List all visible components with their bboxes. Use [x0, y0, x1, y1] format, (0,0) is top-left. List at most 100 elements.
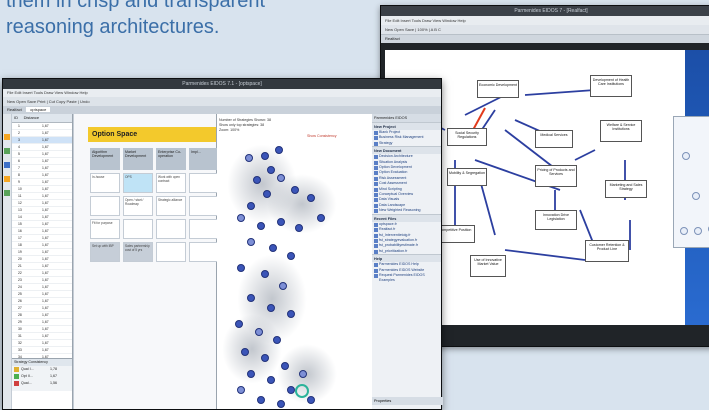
- table-row[interactable]: 29 1,67: [12, 319, 72, 326]
- option-cell[interactable]: Sales partnership cost of 5 yrs: [123, 242, 153, 262]
- table-row[interactable]: 22 1,67: [12, 270, 72, 277]
- table-row[interactable]: 12 1,67: [12, 200, 72, 207]
- strategy-point[interactable]: [269, 244, 277, 252]
- front-window-menu[interactable]: File Edit Insert Tools Draw View Window …: [3, 89, 441, 97]
- strategy-point[interactable]: [247, 370, 255, 378]
- strategy-point[interactable]: [267, 304, 275, 312]
- strategy-point[interactable]: [261, 152, 269, 160]
- list-header-distance[interactable]: Distance: [24, 115, 40, 120]
- table-row[interactable]: 15 1,67: [12, 221, 72, 228]
- scatter-panel[interactable]: Number of Strategies Shown: 38 Show only…: [217, 114, 373, 409]
- strategy-point[interactable]: [295, 224, 303, 232]
- diagram-node[interactable]: Development of Health Care Institutions: [590, 75, 632, 97]
- option-cell[interactable]: [123, 219, 153, 239]
- legend-item[interactable]: Qual I... 1,78: [12, 366, 72, 373]
- list-header-id[interactable]: ID: [14, 115, 18, 120]
- option-column-header[interactable]: Enterprise Co-operation: [156, 148, 186, 170]
- back-window-menu[interactable]: File Edit Insert Tools Draw View Window …: [381, 16, 709, 25]
- table-row[interactable]: 27 1,67: [12, 305, 72, 312]
- diagram-node[interactable]: Social Security Regulations: [447, 128, 487, 146]
- diagram-node[interactable]: Use of Innovative Market Value: [470, 255, 506, 277]
- tool-icon[interactable]: [4, 134, 10, 140]
- table-row[interactable]: 14 1,67: [12, 214, 72, 221]
- option-cell[interactable]: [156, 219, 186, 239]
- table-row[interactable]: 18 1,67: [12, 242, 72, 249]
- strategy-point[interactable]: [277, 400, 285, 408]
- strategy-point[interactable]: [237, 386, 245, 394]
- table-row[interactable]: 10 1,67: [12, 186, 72, 193]
- strategy-point[interactable]: [281, 362, 289, 370]
- table-row[interactable]: 31 1,67: [12, 333, 72, 340]
- tab-realfact[interactable]: Realfact: [7, 107, 22, 112]
- diagram-node[interactable]: Innovation Drive Legislation: [535, 210, 577, 230]
- strategy-point[interactable]: [257, 222, 265, 230]
- table-row[interactable]: 6 1,67: [12, 158, 72, 165]
- table-row[interactable]: 32 1,67: [12, 340, 72, 347]
- option-cell[interactable]: [90, 196, 120, 216]
- table-row[interactable]: 3 1,67: [12, 137, 72, 144]
- table-row[interactable]: 20 1,67: [12, 256, 72, 263]
- table-row[interactable]: 9 1,67: [12, 179, 72, 186]
- strategy-point[interactable]: [287, 310, 295, 318]
- strategy-point[interactable]: [247, 202, 255, 210]
- option-cell[interactable]: [156, 242, 186, 262]
- table-row[interactable]: 16 1,67: [12, 228, 72, 235]
- strategy-point[interactable]: [237, 264, 245, 272]
- back-window-toolbar[interactable]: New Open Save | 100% | A B C: [381, 25, 709, 35]
- side-link[interactable]: Strategy: [372, 141, 441, 146]
- strategy-point[interactable]: [257, 396, 265, 404]
- diagram-node[interactable]: Customer Retention & Product Line: [585, 240, 629, 262]
- strategy-point[interactable]: [307, 194, 315, 202]
- strategy-point[interactable]: [261, 270, 269, 278]
- table-row[interactable]: 23 1,67: [12, 277, 72, 284]
- strategy-point[interactable]: [245, 154, 253, 162]
- option-column-header[interactable]: Impl...: [189, 148, 219, 170]
- diagram-node[interactable]: Mobility & Segregation: [447, 168, 487, 186]
- option-cell[interactable]: [189, 173, 219, 193]
- table-row[interactable]: 26 1,67: [12, 298, 72, 305]
- legend-item[interactable]: Opt II... 1,67: [12, 373, 72, 380]
- diagram-node[interactable]: Pricing of Products and Services: [535, 165, 577, 187]
- strategy-point[interactable]: [263, 190, 271, 198]
- table-row[interactable]: 4 1,67: [12, 144, 72, 151]
- option-column-header[interactable]: Market Development: [123, 148, 153, 170]
- legend-item[interactable]: Qual... 1,56: [12, 380, 72, 387]
- side-link[interactable]: Request Parmenides EIDOS Examples: [372, 273, 441, 284]
- strategy-point[interactable]: [287, 386, 295, 394]
- back-window-tab[interactable]: Realfact: [381, 35, 709, 43]
- table-row[interactable]: 25 1,67: [12, 291, 72, 298]
- strategy-point[interactable]: [277, 174, 285, 182]
- table-row[interactable]: 28 1,67: [12, 312, 72, 319]
- strategy-point[interactable]: [255, 328, 263, 336]
- option-cell[interactable]: Strategic alliance: [156, 196, 186, 216]
- strategy-point[interactable]: [247, 294, 255, 302]
- tool-icon[interactable]: [4, 190, 10, 196]
- strategy-point[interactable]: [279, 282, 287, 290]
- diagram-node[interactable]: Welfare & Service Institutions: [600, 120, 642, 142]
- table-row[interactable]: 5 1,67: [12, 151, 72, 158]
- option-column-header[interactable]: Algorithm Development: [90, 148, 120, 170]
- tool-icon[interactable]: [4, 162, 10, 168]
- side-link[interactable]: New Weighted Reasoning: [372, 208, 441, 214]
- table-row[interactable]: 2 1,67: [12, 130, 72, 137]
- option-cell[interactable]: [189, 196, 219, 216]
- option-cell[interactable]: Open / start / Roadmap: [123, 196, 153, 216]
- option-cell[interactable]: [189, 219, 219, 239]
- selected-point-ring[interactable]: [295, 384, 309, 398]
- table-row[interactable]: 21 1,67: [12, 263, 72, 270]
- strategy-point[interactable]: [261, 354, 269, 362]
- strategy-point[interactable]: [277, 218, 285, 226]
- strategy-point[interactable]: [267, 376, 275, 384]
- table-row[interactable]: 24 1,67: [12, 284, 72, 291]
- option-cell[interactable]: Fit for purpose: [90, 219, 120, 239]
- table-row[interactable]: 1 1,67: [12, 123, 72, 130]
- option-cell[interactable]: Work with open contract: [156, 173, 186, 193]
- diagram-node[interactable]: Marketing and Sales Strategy: [605, 180, 647, 198]
- table-row[interactable]: 17 1,67: [12, 235, 72, 242]
- strategy-point[interactable]: [287, 252, 295, 260]
- strategy-point[interactable]: [267, 166, 275, 174]
- diagram-node[interactable]: Medical Services: [535, 130, 573, 148]
- strategy-point[interactable]: [291, 186, 299, 194]
- table-row[interactable]: 30 1,67: [12, 326, 72, 333]
- table-row[interactable]: 11 1,67: [12, 193, 72, 200]
